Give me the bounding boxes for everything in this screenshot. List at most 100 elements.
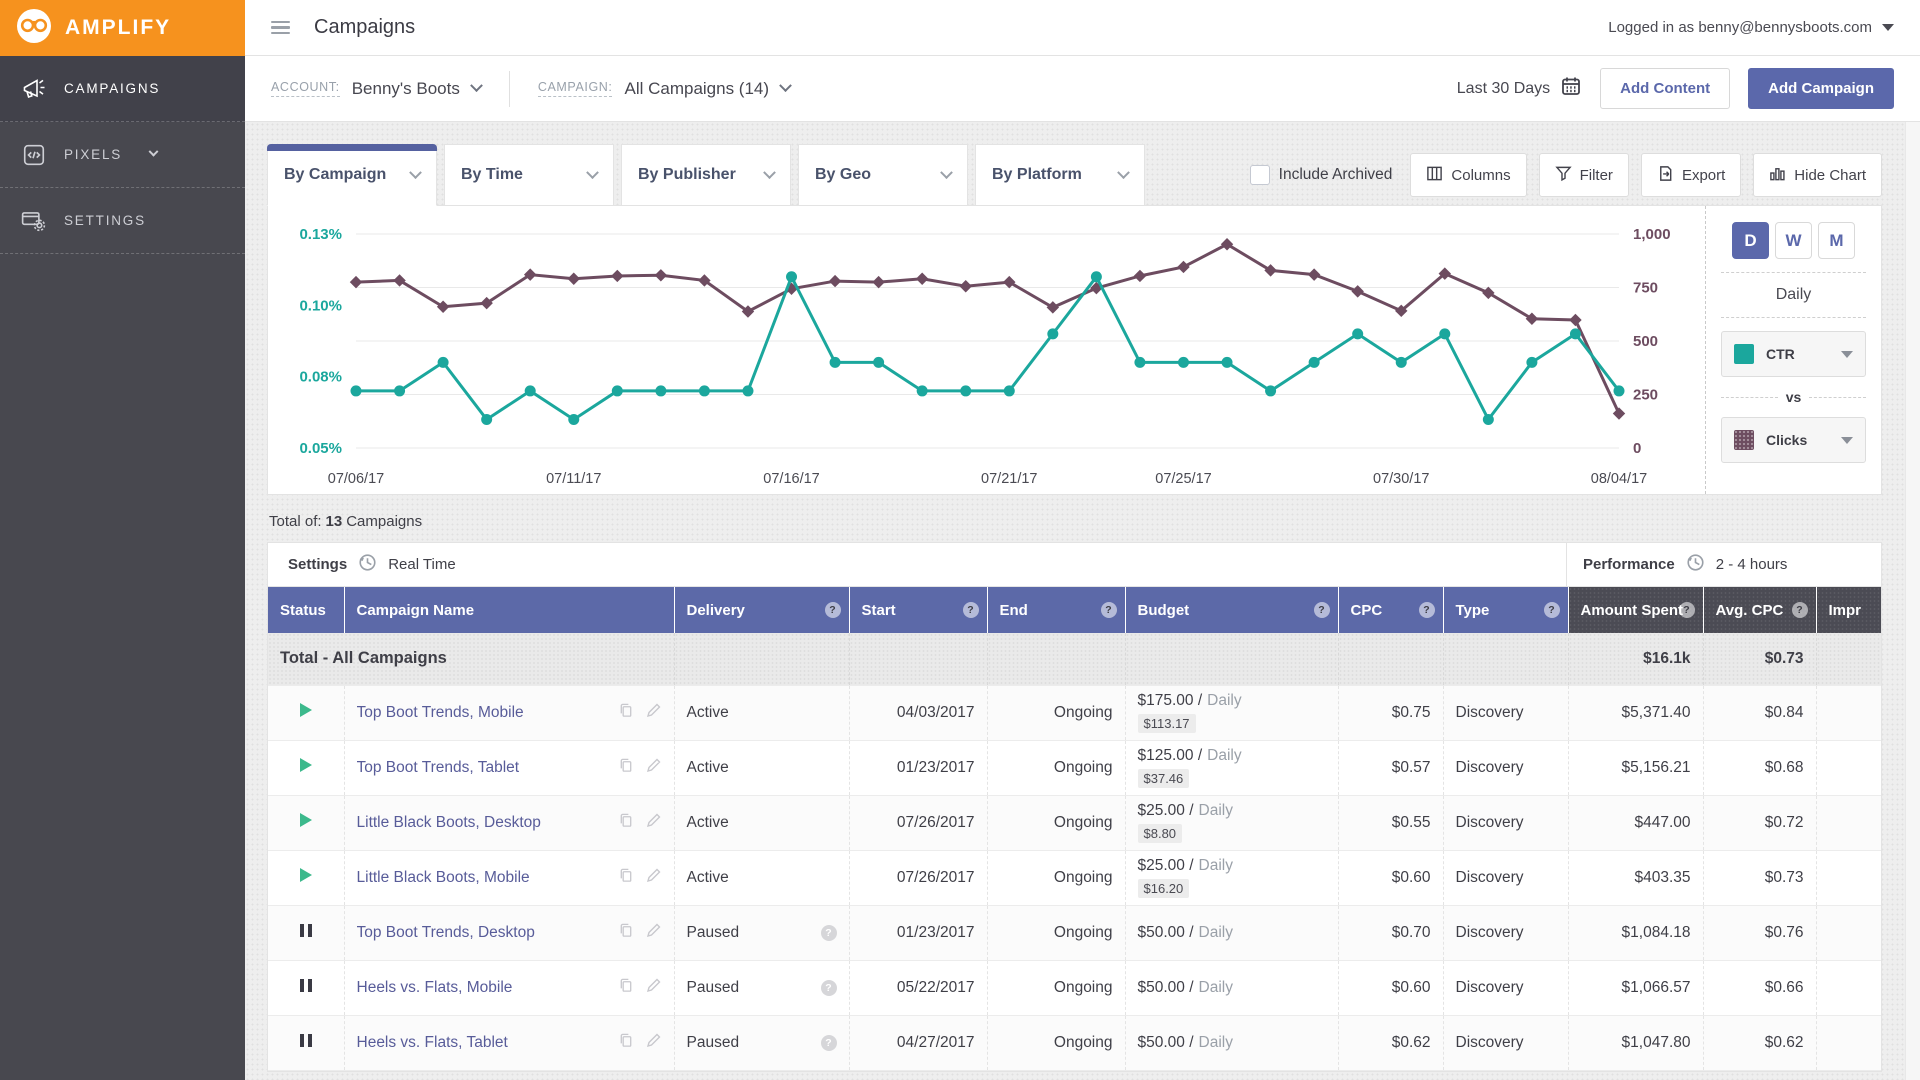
campaign-name-link[interactable]: Top Boot Trends, Tablet: [357, 759, 520, 777]
tab-by-platform[interactable]: By Platform: [975, 144, 1145, 206]
column-header-cpc[interactable]: CPC?: [1338, 587, 1444, 633]
copy-icon[interactable]: [618, 757, 634, 779]
tab-by-time[interactable]: By Time: [444, 144, 614, 206]
status-cell[interactable]: [268, 905, 345, 961]
tab-by-geo[interactable]: By Geo: [798, 144, 968, 206]
column-header-amount-spent[interactable]: Amount Spent?: [1568, 587, 1704, 633]
column-header-start[interactable]: Start?: [849, 587, 988, 633]
export-button[interactable]: Export: [1640, 153, 1742, 197]
include-archived-toggle[interactable]: Include Archived: [1249, 165, 1392, 185]
add-content-button[interactable]: Add Content: [1600, 68, 1731, 109]
copy-icon[interactable]: [618, 812, 634, 834]
filter-button[interactable]: Filter: [1538, 153, 1629, 197]
total-suffix: Campaigns: [346, 513, 423, 530]
type-cell: Discovery: [1443, 685, 1569, 741]
ctr-point: [698, 385, 710, 397]
tab-by-campaign[interactable]: By Campaign: [267, 144, 437, 206]
hamburger-menu-icon[interactable]: [271, 20, 290, 35]
view-tabs: By Campaign By Time By Publisher By Geo By P…: [267, 144, 1145, 206]
status-cell[interactable]: [268, 960, 345, 1016]
campaign-name-link[interactable]: Little Black Boots, Mobile: [357, 869, 530, 887]
granularity-d-button[interactable]: D: [1732, 222, 1769, 259]
columns-button[interactable]: Columns: [1410, 153, 1527, 197]
edit-pencil-icon[interactable]: [646, 757, 662, 778]
start-date-cell: 07/26/2017: [849, 795, 988, 851]
status-cell[interactable]: [268, 850, 345, 906]
include-archived-checkbox[interactable]: [1249, 165, 1270, 185]
budget-cell: $50.00 /Daily: [1125, 905, 1339, 961]
granularity-buttons: DWM: [1732, 222, 1855, 259]
pause-status-icon: [299, 978, 312, 992]
column-header-delivery[interactable]: Delivery?: [674, 587, 850, 633]
account-select[interactable]: ACCOUNT: Benny's Boots: [271, 78, 483, 99]
history-clock-icon: [1685, 552, 1706, 578]
tab-by-publisher[interactable]: By Publisher: [621, 144, 791, 206]
help-icon[interactable]: ?: [1313, 602, 1330, 618]
help-icon[interactable]: ?: [962, 602, 979, 618]
add-campaign-button[interactable]: Add Campaign: [1748, 68, 1894, 109]
ctr-point: [1047, 328, 1059, 340]
column-header-type[interactable]: Type?: [1443, 587, 1569, 633]
copy-icon[interactable]: [618, 977, 634, 999]
edit-pencil-icon[interactable]: [646, 977, 662, 998]
impressions-cell: [1816, 1015, 1881, 1071]
edit-pencil-icon[interactable]: [646, 922, 662, 943]
edit-pencil-icon[interactable]: [646, 702, 662, 723]
sidebar-item-campaigns[interactable]: CAMPAIGNS: [0, 56, 245, 122]
date-range-picker[interactable]: Last 30 Days: [1457, 75, 1582, 102]
help-icon[interactable]: ?: [1678, 602, 1695, 618]
help-icon[interactable]: ?: [820, 924, 837, 941]
column-header-impr[interactable]: Impr: [1816, 587, 1881, 633]
campaign-name-link[interactable]: Top Boot Trends, Mobile: [357, 704, 524, 722]
granularity-m-button[interactable]: M: [1818, 222, 1855, 259]
campaign-name-link[interactable]: Heels vs. Flats, Mobile: [357, 979, 513, 997]
column-header-avg-cpc[interactable]: Avg. CPC?: [1703, 587, 1817, 633]
status-cell[interactable]: [268, 795, 345, 851]
status-cell[interactable]: [268, 740, 345, 796]
column-header-budget[interactable]: Budget?: [1125, 587, 1339, 633]
copy-icon[interactable]: [618, 702, 634, 724]
help-icon[interactable]: ?: [1791, 602, 1808, 618]
column-header-campaign-name[interactable]: Campaign Name: [344, 587, 675, 633]
ctr-point: [1221, 356, 1233, 368]
scrollbar-track[interactable]: [1905, 122, 1920, 1080]
metric2-select[interactable]: Clicks: [1721, 417, 1866, 463]
account-value: Benny's Boots: [351, 78, 460, 98]
help-icon[interactable]: ?: [824, 602, 841, 618]
logo-block[interactable]: AMPLIFY: [0, 0, 245, 56]
campaign-name-link[interactable]: Little Black Boots, Desktop: [357, 814, 541, 832]
copy-icon[interactable]: [618, 1032, 634, 1054]
column-header-label: Impr: [1828, 601, 1862, 619]
amplify-owl-logo-icon: [16, 8, 52, 49]
chevron-down-icon: [940, 165, 953, 179]
copy-icon[interactable]: [618, 922, 634, 944]
status-cell[interactable]: [268, 685, 345, 741]
type-cell: Discovery: [1443, 850, 1569, 906]
help-icon[interactable]: ?: [820, 979, 837, 996]
metric1-select[interactable]: CTR: [1721, 331, 1866, 377]
campaign-select[interactable]: CAMPAIGN: All Campaigns (14): [537, 79, 792, 99]
campaign-name-link[interactable]: Heels vs. Flats, Tablet: [357, 1034, 508, 1052]
copy-icon[interactable]: [618, 867, 634, 889]
total-row-label: Total - All Campaigns: [268, 633, 675, 686]
status-cell[interactable]: [268, 1015, 345, 1071]
hide-chart-button[interactable]: Hide Chart: [1753, 153, 1882, 197]
help-icon[interactable]: ?: [1543, 602, 1560, 618]
help-icon[interactable]: ?: [820, 1034, 837, 1051]
sidebar-item-pixels[interactable]: PIXELS: [0, 122, 245, 188]
user-menu[interactable]: Logged in as benny@bennysboots.com: [1608, 19, 1894, 36]
granularity-w-button[interactable]: W: [1775, 222, 1812, 259]
edit-pencil-icon[interactable]: [646, 867, 662, 888]
help-icon[interactable]: ?: [1100, 602, 1117, 618]
help-icon[interactable]: ?: [1418, 602, 1435, 618]
clicks-point: [1177, 260, 1190, 274]
sidebar-item-settings[interactable]: SETTINGS: [0, 188, 245, 254]
campaign-name-link[interactable]: Top Boot Trends, Desktop: [357, 924, 535, 942]
edit-pencil-icon[interactable]: [646, 1032, 662, 1053]
edit-pencil-icon[interactable]: [646, 812, 662, 833]
column-header-status[interactable]: Status: [268, 587, 345, 633]
table-row: Little Black Boots, Desktop Active 07/26/2…: [268, 795, 1881, 851]
clicks-point: [654, 269, 668, 282]
column-header-end[interactable]: End?: [987, 587, 1126, 633]
bar-chart-icon: [1769, 165, 1786, 186]
